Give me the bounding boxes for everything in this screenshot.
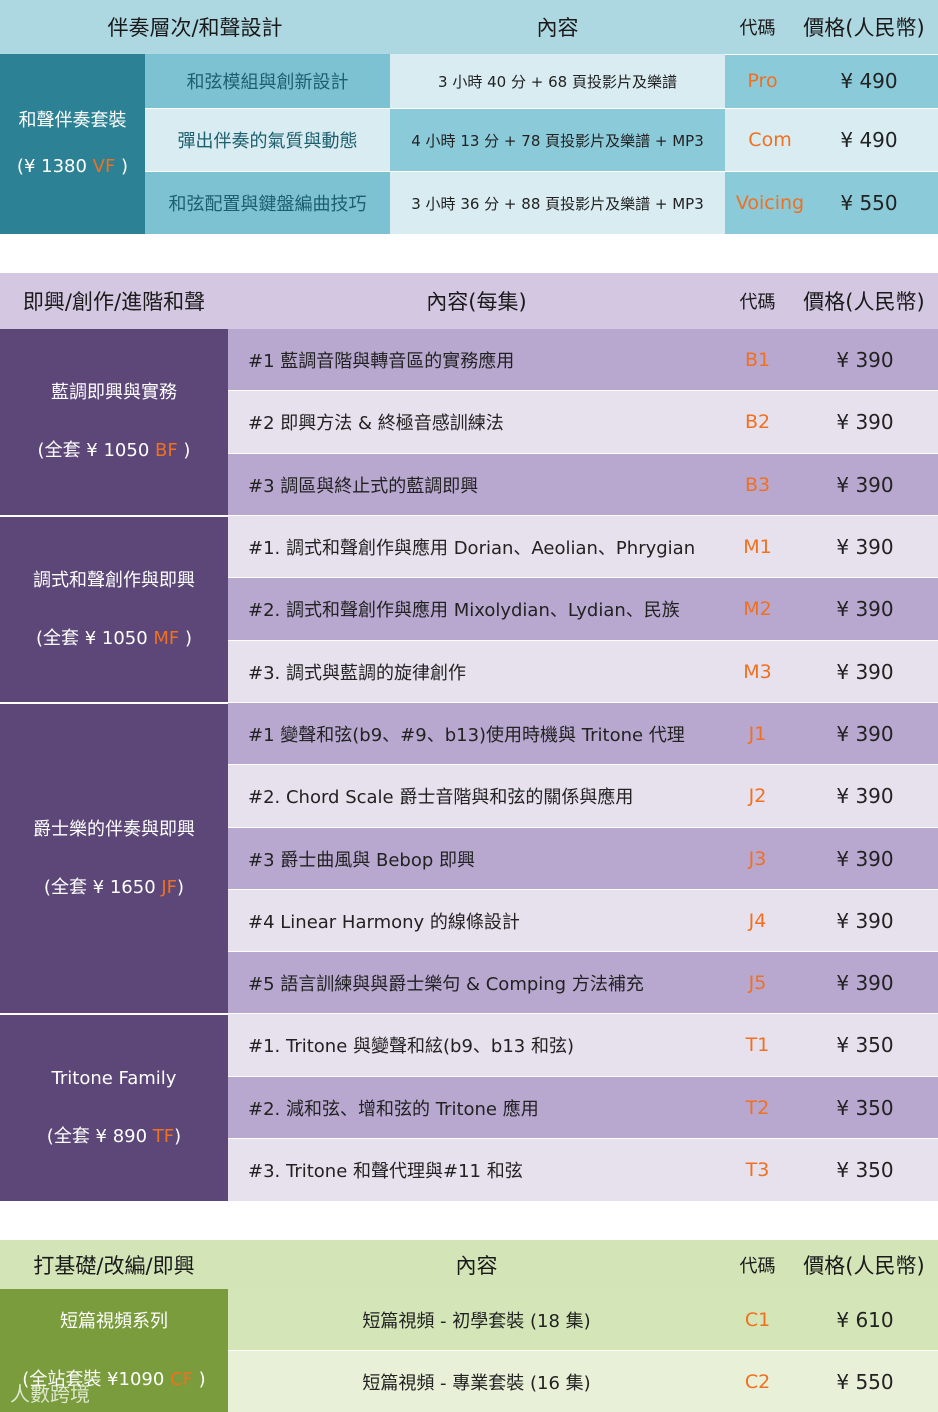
group-cell-blues: 藍調即興與實務 (全套 ¥ 1050 BF ) xyxy=(0,329,228,515)
course-price: ¥ 390 xyxy=(836,472,894,497)
course-code: J3 xyxy=(748,847,767,870)
set-code: JF xyxy=(161,876,178,898)
course-price: ¥ 390 xyxy=(836,970,894,995)
price-column-header: 價格(人民幣) xyxy=(803,16,925,40)
course-content: #3 爵士曲風與 Bebop 即興 xyxy=(248,849,475,871)
course-price: ¥ 610 xyxy=(836,1307,894,1332)
course-code: T2 xyxy=(745,1096,770,1119)
course-code: B2 xyxy=(744,411,771,433)
course-price: ¥ 550 xyxy=(836,1369,894,1394)
set-code: TF xyxy=(152,1126,175,1147)
course-price: ¥ 350 xyxy=(836,1158,894,1182)
course-code: J4 xyxy=(748,909,767,932)
price-column-header: 價格(人民幣) xyxy=(803,1253,925,1278)
group-cell-harmony-set: 和聲伴奏套裝 (¥ 1380 VF ) xyxy=(0,54,145,234)
course-price: ¥ 390 xyxy=(836,659,894,684)
group-name: 爵士樂的伴奏與即興 xyxy=(33,818,195,840)
course-content: 3 小時 40 分 + 68 頁投影片及樂譜 xyxy=(390,54,725,108)
course-content: #2. Chord Scale 爵士音階與和弦的關係與應用 xyxy=(248,787,634,808)
course-title: 和弦配置與鍵盤編曲技巧 xyxy=(145,172,390,234)
course-code: M1 xyxy=(743,535,772,558)
course-content: #1. 調式和聲創作與應用 Dorian、Aeolian、Phrygian xyxy=(248,537,696,559)
course-code: J2 xyxy=(748,785,767,807)
code-column-header: 代碼 xyxy=(739,1255,776,1277)
group-set-price: (全套 ¥ 1650 JF) xyxy=(43,876,185,898)
section-title: 打基礎/改編/即興 xyxy=(33,1253,195,1278)
course-price: ¥ 350 xyxy=(836,1033,894,1057)
course-content: #2. 減和弦、增和弦的 Tritone 應用 xyxy=(248,1098,539,1120)
course-price: ¥ 390 xyxy=(836,846,894,871)
course-content: #2. 調式和聲創作與應用 Mixolydian、Lydian、民族 xyxy=(248,600,680,621)
code-column-header: 代碼 xyxy=(739,18,776,39)
code-column-header: 代碼 xyxy=(739,292,776,313)
course-price: ¥ 350 xyxy=(836,1095,894,1120)
course-price: ¥ 390 xyxy=(836,908,894,933)
course-code: J1 xyxy=(748,722,767,745)
group-set-price: (全套 ¥ 1050 BF ) xyxy=(37,440,191,461)
course-price: ¥ 390 xyxy=(836,597,894,621)
set-code: BF xyxy=(155,440,178,461)
course-price: ¥ 390 xyxy=(836,721,894,746)
course-price: ¥ 490 xyxy=(840,128,898,152)
price-column-header: 價格(人民幣) xyxy=(803,290,925,314)
course-code: C1 xyxy=(744,1308,771,1331)
content-column-header: 內容 xyxy=(455,1253,498,1278)
course-content: #3. 調式與藍調的旋律創作 xyxy=(248,662,466,684)
course-title: 和弦模組與創新設計 xyxy=(145,54,390,108)
content-column-header: 內容(每集) xyxy=(426,290,527,314)
group-name: 和聲伴奏套裝 xyxy=(18,110,127,132)
set-code: MF xyxy=(153,627,180,649)
course-price: ¥ 390 xyxy=(836,784,894,808)
group-name: 短篇視頻系列 xyxy=(60,1310,168,1332)
course-content: #1 藍調音階與轉音區的實務應用 xyxy=(248,350,515,372)
course-content: #4 Linear Harmony 的線條設計 xyxy=(248,911,520,933)
course-price: ¥ 390 xyxy=(836,410,894,434)
set-code: CF xyxy=(170,1368,193,1390)
course-code: B1 xyxy=(744,348,771,371)
course-code: B3 xyxy=(744,473,771,496)
group-set-price: (全套 ¥ 1050 MF ) xyxy=(35,627,193,649)
course-code: M3 xyxy=(743,660,772,683)
course-content: #1. Tritone 與變聲和絃(b9、b13 和弦) xyxy=(248,1036,574,1057)
course-content: #5 語言訓練與與爵士樂句 & Comping 方法補充 xyxy=(248,973,644,995)
group-cell-tritone: Tritone Family (全套 ¥ 890 TF) xyxy=(0,1014,228,1201)
course-code: C2 xyxy=(744,1370,771,1393)
course-code: J5 xyxy=(748,971,767,994)
group-name: 藍調即興與實務 xyxy=(51,382,177,404)
course-code: T3 xyxy=(745,1159,770,1181)
set-code: VF xyxy=(92,156,116,177)
group-name: Tritone Family xyxy=(51,1068,177,1090)
group-set-price: (全套 ¥ 890 TF) xyxy=(46,1126,182,1147)
course-content: 短篇視頻 - 專業套裝 (16 集) xyxy=(362,1372,591,1394)
group-set-price: (¥ 1380 VF ) xyxy=(16,156,129,177)
group-cell-modal: 調式和聲創作與即興 (全套 ¥ 1050 MF ) xyxy=(0,516,228,702)
course-content: 4 小時 13 分 + 78 頁投影片及樂譜 + MP3 xyxy=(390,109,725,171)
course-content: #1 變聲和弦(b9、#9、b13)使用時機與 Tritone 代理 xyxy=(248,724,685,746)
course-code: Pro xyxy=(747,70,778,92)
course-content: #2 即興方法 & 終極音感訓練法 xyxy=(248,413,504,434)
course-content: #3 調區與終止式的藍調即興 xyxy=(248,475,479,497)
course-title: 彈出伴奏的氣質與動態 xyxy=(177,131,358,152)
course-price: ¥ 490 xyxy=(840,69,898,93)
group-name: 調式和聲創作與即興 xyxy=(33,569,195,591)
course-price: ¥ 550 xyxy=(840,191,898,215)
group-cell-jazz: 爵士樂的伴奏與即興 (全套 ¥ 1650 JF) xyxy=(0,703,228,1013)
course-price: ¥ 390 xyxy=(836,347,894,372)
section-title: 即興/創作/進階和聲 xyxy=(22,290,206,314)
course-code: T1 xyxy=(745,1034,770,1056)
course-code: M2 xyxy=(743,598,772,620)
content-column-header: 內容 xyxy=(536,16,579,40)
course-content: #3. Tritone 和聲代理與#11 和弦 xyxy=(248,1161,523,1182)
course-content: 短篇視頻 - 初學套裝 (18 集) xyxy=(362,1310,591,1332)
watermark-logo: 人數跨境 xyxy=(10,1382,90,1406)
course-content: 3 小時 36 分 + 88 頁投影片及樂譜 + MP3 xyxy=(390,172,725,234)
section-title: 伴奏層次/和聲設計 xyxy=(107,16,283,40)
course-price: ¥ 390 xyxy=(836,534,894,559)
